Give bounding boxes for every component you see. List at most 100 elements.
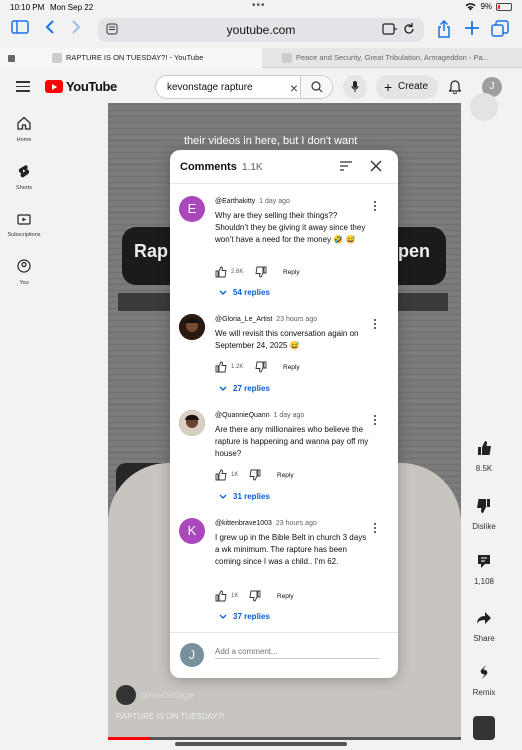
create-button[interactable]: + Create xyxy=(376,75,438,99)
dislike-button[interactable]: Dislike xyxy=(466,498,502,531)
tab-active[interactable]: RAPTURE IS ON TUESDAY?! - YouTube xyxy=(0,48,262,68)
comment-more-icon[interactable] xyxy=(372,522,378,534)
comment-text: Are there any millionaires who believe t… xyxy=(215,425,369,458)
comment-more-icon[interactable] xyxy=(372,200,378,212)
comment-reply-button[interactable]: Reply xyxy=(283,364,300,371)
sidebar-icon[interactable] xyxy=(10,20,30,40)
comment-avatar[interactable] xyxy=(179,314,205,340)
notifications-icon[interactable] xyxy=(449,80,461,94)
comment-like-icon[interactable] xyxy=(215,469,227,481)
create-label: Create xyxy=(398,81,429,92)
remix-button[interactable]: Remix xyxy=(466,664,502,697)
banner-text-left: Rap xyxy=(134,241,169,261)
subscriptions-icon xyxy=(17,214,31,225)
comment-author-line: @QuannieQuann 1 day ago xyxy=(215,412,304,419)
share-icon xyxy=(477,612,491,624)
new-tab-icon[interactable] xyxy=(462,20,482,40)
comment-age: 23 hours ago xyxy=(275,520,317,527)
nav-home[interactable]: Home xyxy=(0,116,48,143)
comment-like-count: 1.2K xyxy=(231,364,244,370)
translate-icon[interactable] xyxy=(382,22,398,36)
comment-more-icon[interactable] xyxy=(372,318,378,330)
search-box[interactable]: kevonstage rapture × xyxy=(155,75,333,99)
comment-reply-button[interactable]: Reply xyxy=(277,593,294,600)
nav-subscriptions[interactable]: Subscriptions xyxy=(0,211,48,238)
add-comment-input[interactable] xyxy=(215,645,379,659)
comment-dislike-icon[interactable] xyxy=(255,361,267,373)
like-icon xyxy=(478,441,491,455)
profile-photo-icon xyxy=(179,314,205,340)
tab-inactive[interactable]: Peace and Security, Great Tribulation, A… xyxy=(262,48,522,68)
youtube-logo[interactable]: YouTube xyxy=(45,79,117,94)
view-replies-button[interactable]: 27 replies xyxy=(219,384,270,393)
home-indicator[interactable] xyxy=(175,742,347,746)
view-replies-button[interactable]: 54 replies xyxy=(219,288,270,297)
comments-button[interactable]: 1,108 xyxy=(466,553,502,586)
comment-like-icon[interactable] xyxy=(215,590,227,602)
comment-like-icon[interactable] xyxy=(215,266,227,278)
browser-toolbar: youtube.com xyxy=(0,14,522,46)
comment-author[interactable]: @Earthakitty xyxy=(215,198,255,205)
nav-label: Home xyxy=(16,137,32,143)
profile-photo-icon xyxy=(179,410,205,436)
comment-dislike-icon[interactable] xyxy=(249,469,261,481)
back-icon[interactable] xyxy=(40,20,60,40)
battery-icon xyxy=(496,2,512,11)
comment-author[interactable]: @Gloria_Le_Artist xyxy=(215,316,272,323)
video-progress-bar[interactable] xyxy=(108,737,461,740)
comment-reply-button[interactable]: Reply xyxy=(283,269,300,276)
share-icon[interactable] xyxy=(434,19,454,40)
comment-avatar[interactable]: K xyxy=(179,518,205,544)
sound-thumbnail[interactable] xyxy=(473,716,495,740)
comment-text: Why are they selling their things?? Shou… xyxy=(215,211,366,244)
like-count: 8.5K xyxy=(475,464,493,473)
sort-icon[interactable] xyxy=(340,161,352,171)
multitask-dots-icon[interactable]: ••• xyxy=(252,0,266,11)
channel-avatar xyxy=(116,685,136,705)
comment-dislike-icon[interactable] xyxy=(249,590,261,602)
like-button[interactable]: 8.5K xyxy=(466,440,502,473)
channel-watermark: @KevOnStage xyxy=(116,685,193,705)
clear-search-icon[interactable]: × xyxy=(290,80,298,96)
battery-percent: 9% xyxy=(480,2,492,11)
comment-like-count: 1K xyxy=(231,593,239,599)
share-button[interactable]: Share xyxy=(466,610,502,643)
channel-name: @KevOnStage xyxy=(140,690,194,700)
video-title: RAPTURE IS ON TUESDAY?! xyxy=(116,712,225,721)
search-input[interactable]: kevonstage rapture xyxy=(167,82,253,93)
search-icon xyxy=(311,81,323,93)
youtube-wordmark: YouTube xyxy=(66,79,117,94)
comment-author[interactable]: @QuannieQuann xyxy=(215,412,270,419)
search-button[interactable] xyxy=(300,76,332,98)
comment-avatar[interactable] xyxy=(179,410,205,436)
replies-count: 27 replies xyxy=(233,384,270,393)
address-bar[interactable]: youtube.com xyxy=(98,18,424,42)
nav-you[interactable]: You xyxy=(0,259,48,286)
forward-icon[interactable] xyxy=(66,20,86,40)
close-icon[interactable] xyxy=(369,159,383,173)
tab-title: Peace and Security, Great Tribulation, A… xyxy=(296,53,489,62)
view-replies-button[interactable]: 37 replies xyxy=(219,612,270,621)
more-options-button[interactable] xyxy=(470,93,498,121)
comment-more-icon[interactable] xyxy=(372,414,378,426)
voice-search-button[interactable] xyxy=(343,75,367,99)
comment-author[interactable]: @kittenbrave1003 xyxy=(215,520,272,527)
remix-icon xyxy=(480,665,488,679)
nav-label: Subscriptions xyxy=(7,232,41,238)
close-tab-icon[interactable] xyxy=(8,55,15,62)
status-indicators: 9% xyxy=(465,2,512,11)
comment-text: We will revisit this conversation again … xyxy=(215,329,359,350)
menu-icon[interactable] xyxy=(16,81,30,92)
view-replies-button[interactable]: 31 replies xyxy=(219,492,270,501)
replies-count: 37 replies xyxy=(233,612,270,621)
add-comment-bar: J xyxy=(170,632,398,678)
reload-icon[interactable] xyxy=(402,22,416,36)
youtube-play-icon xyxy=(45,80,63,93)
comment-like-icon[interactable] xyxy=(215,361,227,373)
comment-reply-button[interactable]: Reply xyxy=(277,472,294,479)
comment-age: 1 day ago xyxy=(259,198,290,205)
comment-dislike-icon[interactable] xyxy=(255,266,267,278)
tabs-overview-icon[interactable] xyxy=(490,20,510,40)
nav-shorts[interactable]: Shorts xyxy=(0,164,48,191)
comment-avatar[interactable]: E xyxy=(179,196,205,222)
